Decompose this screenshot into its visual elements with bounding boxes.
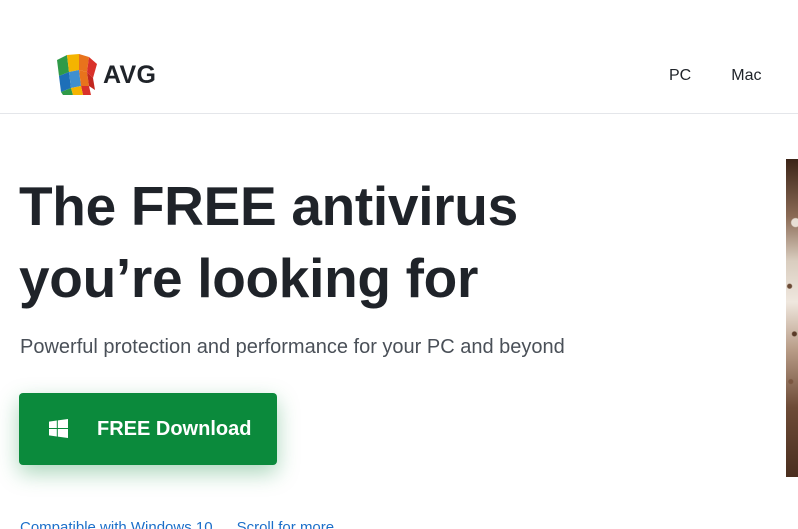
compat-row: Compatible with Windows 10 Scroll for mor… (20, 518, 580, 529)
logo-text: AVG (103, 60, 157, 89)
scroll-link[interactable]: Scroll for more (237, 519, 335, 529)
avg-logo[interactable]: AVG (55, 52, 156, 96)
windows-icon (49, 419, 68, 438)
compat-link[interactable]: Compatible with Windows 10 (20, 519, 213, 529)
free-download-button[interactable]: FREE Download (19, 393, 277, 465)
avg-logo-mark-icon (57, 54, 97, 95)
platform-nav: PC Mac (660, 66, 770, 86)
site-header: AVG PC Mac (0, 0, 798, 114)
hero-title-line-2: you’re looking for (19, 247, 479, 309)
page: AVG PC Mac The FREE antivirus you’re loo… (0, 0, 798, 529)
hero-title-line-1: The FREE antivirus (19, 175, 518, 237)
nav-item-mac[interactable]: Mac (722, 66, 770, 86)
nav-item-pc[interactable]: PC (660, 66, 700, 86)
hero-subtitle: Powerful protection and performance for … (20, 336, 565, 358)
hero-title: The FREE antivirus you’re looking for (19, 170, 719, 314)
free-download-label: FREE Download (97, 418, 252, 440)
hero-photo (786, 159, 798, 477)
